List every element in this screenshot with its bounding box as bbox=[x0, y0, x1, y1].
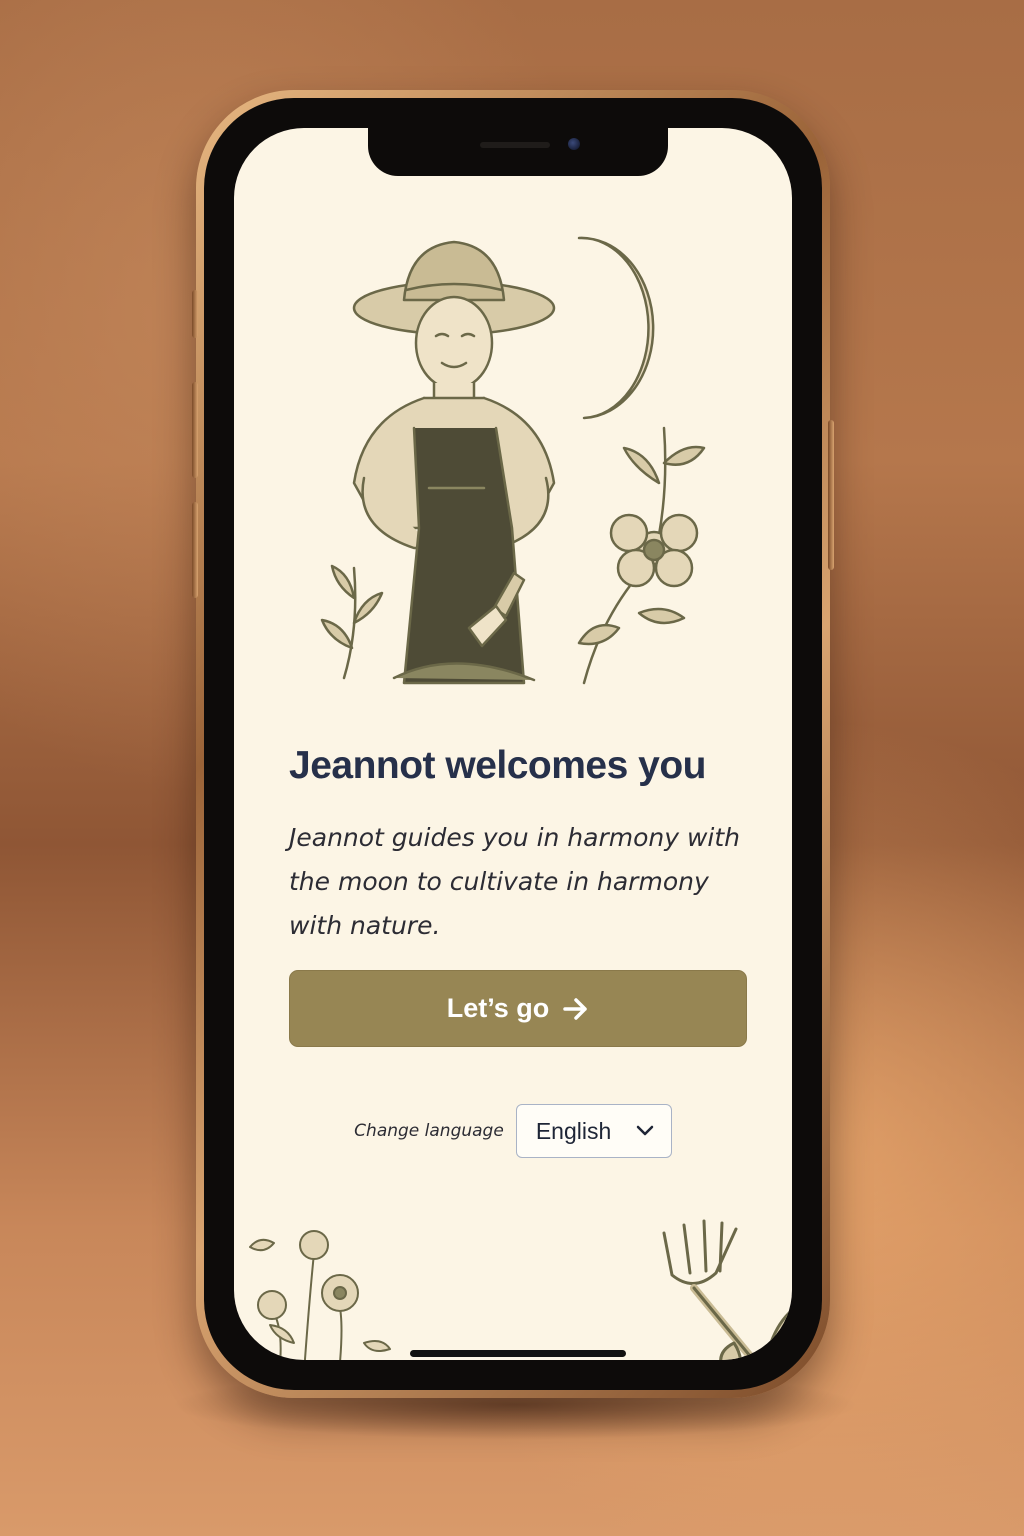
home-indicator[interactable] bbox=[410, 1350, 626, 1357]
garden-fork-decoration bbox=[662, 1219, 792, 1360]
language-select[interactable]: English bbox=[515, 1104, 672, 1158]
phone-frame: Jeannot welcomes you Jeannot guides you … bbox=[192, 90, 834, 1398]
phone-notch bbox=[368, 128, 668, 176]
app-screen: Jeannot welcomes you Jeannot guides you … bbox=[234, 128, 792, 1360]
phone-bezel: Jeannot welcomes you Jeannot guides you … bbox=[204, 98, 822, 1390]
welcome-title: Jeannot welcomes you bbox=[289, 744, 706, 787]
language-row: Change language English bbox=[234, 1104, 792, 1158]
welcome-subtitle: Jeannot guides you in harmony with the m… bbox=[289, 823, 741, 940]
change-language-label: Change language bbox=[354, 1121, 504, 1141]
lets-go-button-label: Let’s go bbox=[446, 993, 550, 1023]
crescent-moon bbox=[577, 236, 655, 420]
power-button bbox=[828, 420, 834, 570]
language-select-value: English bbox=[535, 1117, 612, 1144]
flower-icon bbox=[609, 513, 699, 588]
volume-down-button bbox=[192, 502, 198, 598]
gardener-illustration bbox=[320, 236, 706, 685]
arrow-right-icon bbox=[563, 997, 587, 1020]
lets-go-button[interactable]: Let’s go bbox=[289, 970, 747, 1047]
front-camera-icon bbox=[568, 138, 580, 150]
bottom-left-flowers-decoration bbox=[249, 1230, 391, 1360]
earpiece-speaker bbox=[480, 142, 550, 148]
chevron-down-icon bbox=[636, 1125, 654, 1136]
silent-switch bbox=[192, 290, 198, 338]
volume-up-button bbox=[192, 382, 198, 478]
